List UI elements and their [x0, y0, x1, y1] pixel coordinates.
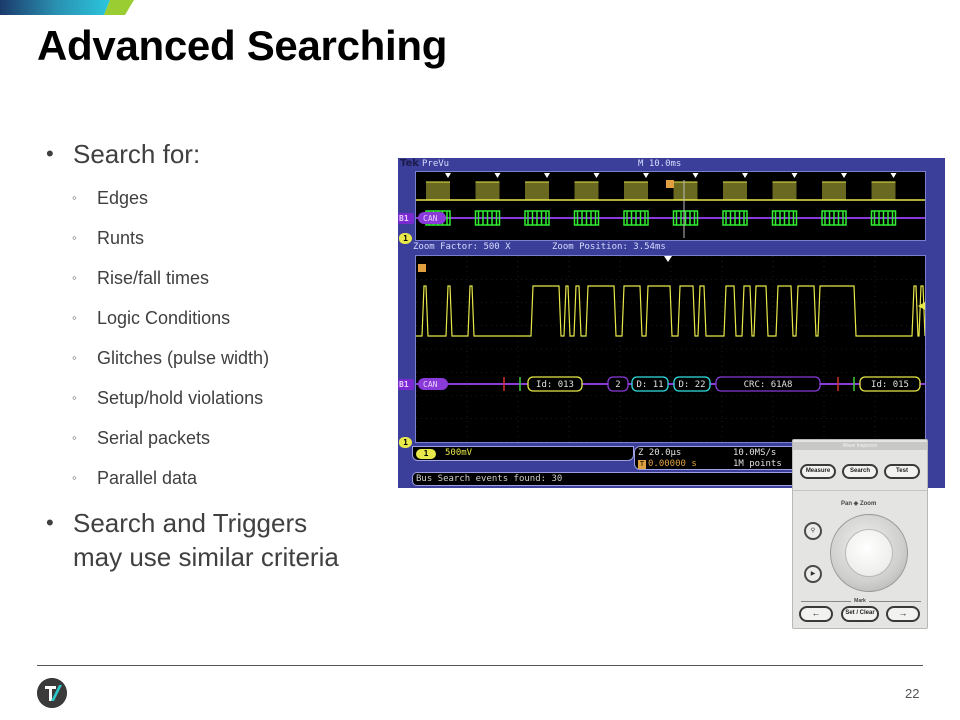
- horizontal-readout: Z 20.0µs T 0.00000 s 10.0MS/s 1M points: [634, 446, 804, 470]
- channel-1-pill: 1: [416, 449, 436, 459]
- magnifier-icon: ⚲: [810, 528, 816, 534]
- bullet-closing-line2: may use similar criteria: [73, 542, 339, 572]
- pan-knob[interactable]: [830, 514, 908, 592]
- zoom-waveform: CAN Id: 013 2 D: 11 D: 22 CRC: 61A8 Id: 015: [415, 255, 926, 443]
- bus-label-text: CAN: [423, 214, 438, 223]
- list-item: Serial packets: [46, 418, 386, 458]
- list-item: Glitches (pulse width): [46, 338, 386, 378]
- activity-burst: [723, 182, 747, 200]
- zoom-waveform-plot: CAN Id: 013 2 D: 11 D: 22 CRC: 61A8 Id: 015: [416, 256, 925, 442]
- packet-label: 2: [615, 380, 620, 390]
- zoom-info-bar: Zoom Factor: 500 X Zoom Position: 3.54ms: [412, 242, 926, 254]
- slide-title: Advanced Searching: [37, 22, 448, 69]
- next-mark-button[interactable]: →: [886, 606, 920, 622]
- mark-label-text: Mark: [851, 598, 869, 604]
- channel-1-marker: 1: [399, 233, 412, 244]
- list-item: Logic Conditions: [46, 298, 386, 338]
- trigger-position-readout: T 0.00000 s: [638, 459, 697, 469]
- set-clear-mark-button[interactable]: Set / Clear: [841, 606, 879, 622]
- trigger-marker-icon: [666, 180, 674, 188]
- trigger-icon: T: [638, 460, 646, 469]
- zoom-toggle-button[interactable]: ⚲: [804, 522, 822, 540]
- company-logo: [37, 678, 67, 708]
- packet-label: CRC: 61A8: [744, 380, 793, 390]
- search-mark-icon: [544, 173, 550, 178]
- search-mark-icon: [494, 173, 501, 178]
- channel-1-scale: 500mV: [445, 448, 473, 458]
- panel-divider: [793, 490, 927, 491]
- channel-1-readout: 1 500mV: [412, 446, 634, 461]
- activity-burst: [772, 182, 797, 200]
- wave-inspector-panel: Wave Inspector Measure Search Test Pan ◈…: [792, 439, 928, 629]
- page-number: 22: [905, 686, 920, 701]
- scope-header: Tek PreVu M 10.0ms: [398, 158, 945, 170]
- test-button[interactable]: Test: [884, 464, 920, 479]
- activity-burst: [475, 182, 500, 200]
- overview-waveform: CAN: [415, 171, 926, 241]
- panel-title: Wave Inspector: [793, 442, 927, 450]
- list-item: Runts: [46, 218, 386, 258]
- bus-b1-marker: B1: [398, 213, 414, 224]
- list-item: Edges: [46, 178, 386, 218]
- activity-burst: [574, 182, 599, 200]
- zoom-position: Zoom Position: 3.54ms: [552, 242, 666, 252]
- search-mark-icon: [841, 173, 847, 178]
- tek-logo: Tek: [400, 158, 419, 169]
- bus-label-text: CAN: [423, 380, 438, 389]
- packet-label: D: 11: [636, 380, 663, 390]
- overview-waveform-plot: CAN: [416, 173, 925, 238]
- trigger-position: 0.00000 s: [648, 459, 697, 469]
- measure-button[interactable]: Measure: [800, 464, 836, 479]
- activity-burst: [624, 182, 648, 200]
- trigger-level-arrow-icon: [918, 302, 925, 310]
- search-mark-icon: [890, 173, 897, 178]
- zoom-factor: Zoom Factor: 500 X: [413, 242, 511, 252]
- channel-1-marker-zoom: 1: [399, 437, 412, 448]
- packet-label: D: 22: [678, 380, 705, 390]
- list-item: Parallel data: [46, 458, 386, 498]
- search-status: Bus Search events found: 30: [412, 472, 812, 486]
- zoom-scale: Z 20.0µs: [638, 448, 682, 458]
- acquisition-mode: PreVu: [422, 159, 450, 169]
- activity-burst: [525, 182, 549, 200]
- trigger-level-icon: [418, 264, 426, 272]
- search-mark-icon: [445, 173, 451, 178]
- zoom-knob[interactable]: [845, 529, 893, 577]
- play-pause-button[interactable]: ▶: [804, 565, 822, 583]
- channel-1-trace: [416, 285, 925, 337]
- mark-label: Mark: [793, 598, 927, 604]
- search-mark-icon: [791, 173, 798, 178]
- bullet-heading: Search for:: [46, 138, 386, 170]
- timebase-readout: M 10.0ms: [638, 159, 682, 169]
- bullet-closing-line1: Search and Triggers: [73, 508, 308, 538]
- top-accent-bar: [0, 0, 134, 15]
- play-pause-icon: ▶: [810, 571, 816, 577]
- activity-burst: [822, 182, 846, 200]
- bullet-list: Search for: Edges Runts Rise/fall times …: [46, 138, 386, 574]
- activity-burst: [426, 182, 450, 200]
- search-mark-icon: [692, 173, 699, 178]
- search-mark-icon: [742, 173, 748, 178]
- bus-b1-marker-zoom: B1: [398, 379, 414, 390]
- sample-rate: 10.0MS/s: [733, 448, 777, 458]
- activity-burst: [673, 182, 698, 200]
- activity-burst: [871, 182, 896, 200]
- record-length: 1M points: [733, 459, 782, 469]
- search-mark-icon: [593, 173, 600, 178]
- bullet-closing: Search and Triggers may use similar crit…: [46, 506, 386, 574]
- list-item: Setup/hold violations: [46, 378, 386, 418]
- footer-divider: [37, 665, 923, 666]
- search-button[interactable]: Search: [842, 464, 878, 479]
- pan-zoom-label: Pan ◈ Zoom: [841, 501, 877, 507]
- list-item: Rise/fall times: [46, 258, 386, 298]
- packet-label: Id: 013: [536, 380, 574, 390]
- packet-label: Id: 015: [871, 380, 909, 390]
- search-mark-icon: [643, 173, 649, 178]
- previous-mark-button[interactable]: ←: [799, 606, 833, 622]
